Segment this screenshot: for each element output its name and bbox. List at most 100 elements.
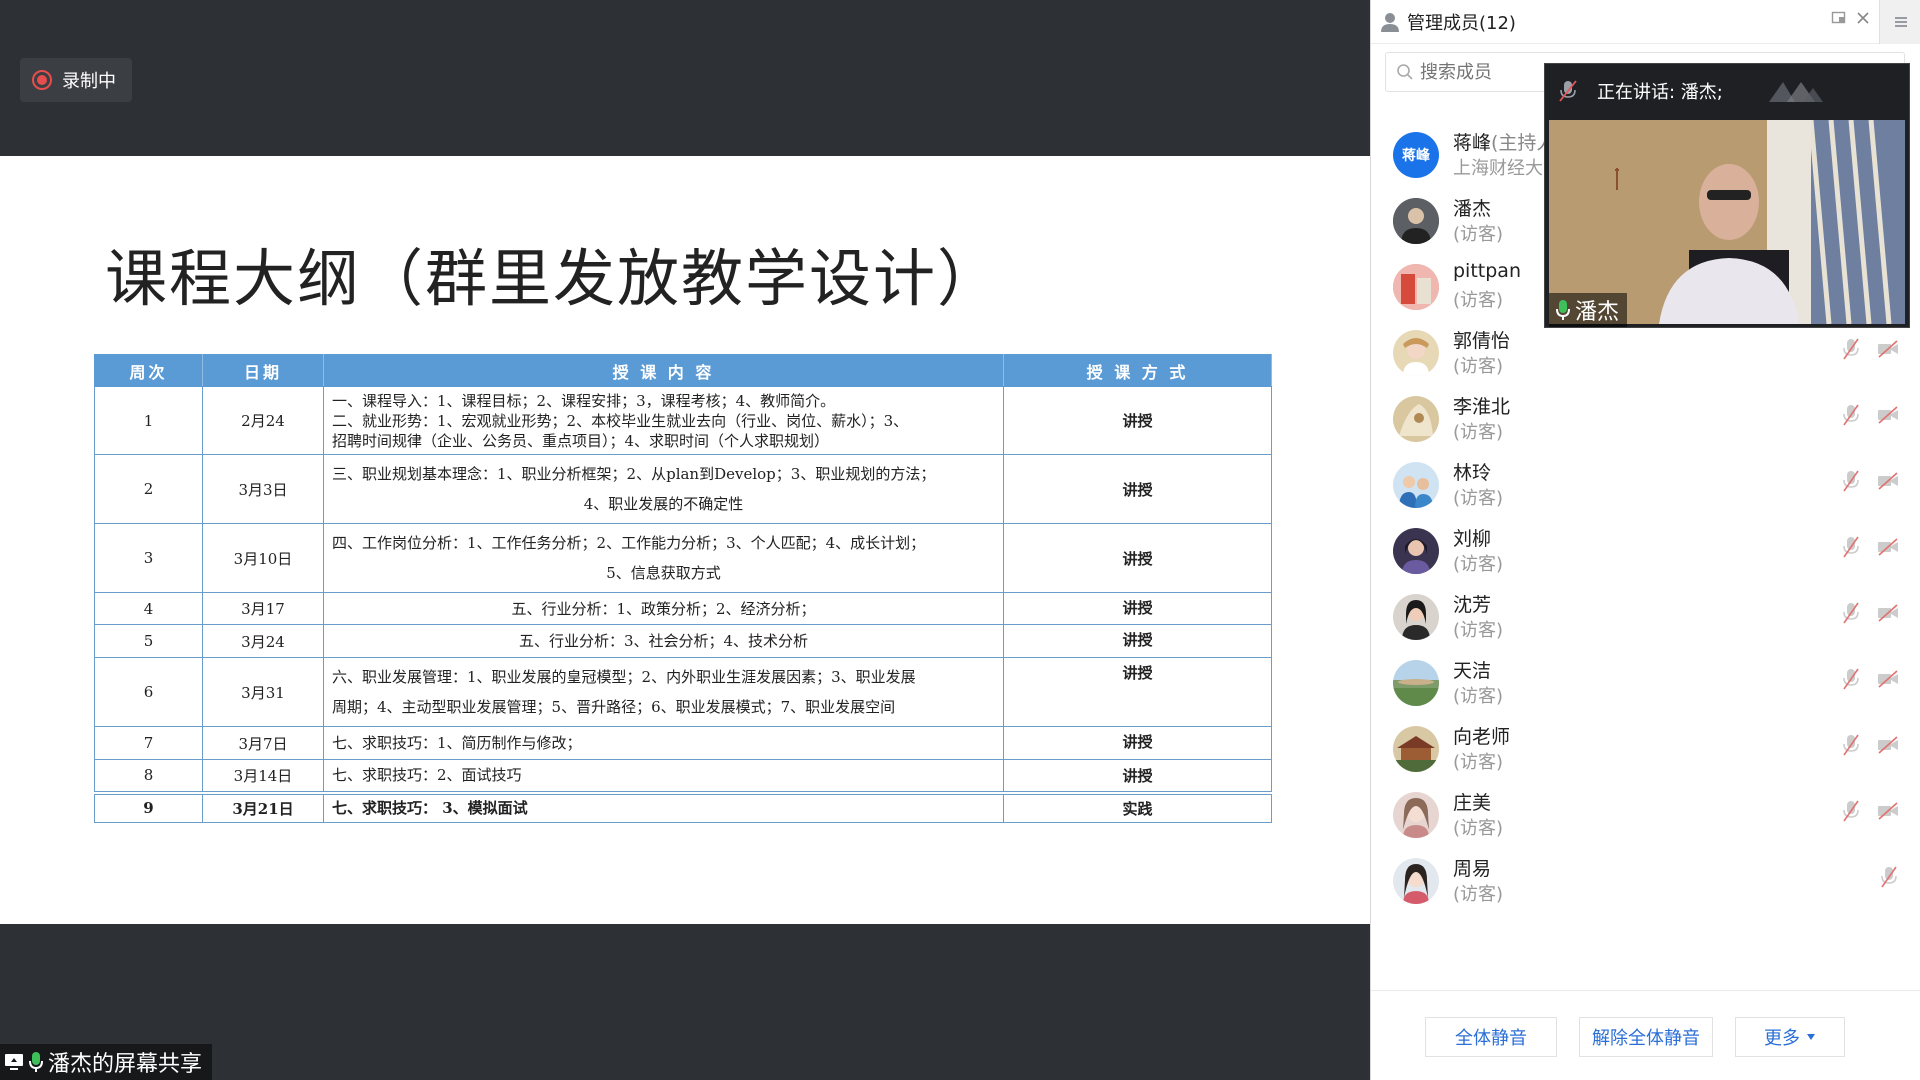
mic-muted-icon[interactable] (1841, 800, 1861, 822)
cell-date: 3月14日 (202, 759, 324, 793)
mic-muted-icon[interactable] (1841, 668, 1861, 690)
cell-method: 讲授 (1003, 624, 1272, 658)
content-line: 四、工作岗位分析：1、工作任务分析；2、工作能力分析；3、个人匹配；4、成长计划… (332, 534, 926, 552)
presentation-slide: 课程大纲（群里发放教学设计） 周次 日期 授 课 内 容 授 课 方 式 1 2… (0, 156, 1370, 924)
cell-method: 讲授 (1003, 523, 1272, 593)
member-role: (访客) (1453, 290, 1504, 311)
cell-method: 讲授 (1003, 454, 1272, 524)
member-role: (访客) (1453, 488, 1504, 509)
avatar (1393, 264, 1439, 310)
cell-date: 3月24 (202, 624, 324, 658)
content-line: 三、职业规划基本理念：1、职业分析框架；2、从plan到Develop；3、职业… (332, 465, 936, 483)
hamburger-icon (1893, 15, 1909, 29)
video-header: 正在讲话: 潘杰; (1545, 64, 1909, 118)
recording-label: 录制中 (62, 71, 116, 92)
member-controls (1841, 404, 1899, 426)
member-controls (1879, 866, 1899, 888)
caret-down-icon (1806, 1033, 1816, 1041)
cell-date: 3月7日 (202, 726, 324, 760)
member-item[interactable]: 周易 (访客) (1371, 852, 1920, 918)
camera-off-icon[interactable] (1877, 668, 1899, 690)
camera-off-icon[interactable] (1877, 602, 1899, 624)
camera-off-icon[interactable] (1877, 800, 1899, 822)
recording-indicator[interactable]: 录制中 (20, 58, 132, 102)
avatar (1393, 528, 1439, 574)
member-item[interactable]: 郭倩怡 (访客) (1371, 324, 1920, 390)
member-name: 向老师 (1453, 726, 1511, 748)
table-row: 9 3月21日 七、求职技巧： 3、模拟面试 实践 (94, 790, 1272, 823)
popout-icon[interactable] (1831, 10, 1847, 26)
video-name-tag: 潘杰 (1549, 293, 1628, 327)
mic-muted-icon[interactable] (1841, 536, 1861, 558)
member-item[interactable]: 庄美 (访客) (1371, 786, 1920, 852)
cell-week: 1 (94, 386, 203, 455)
avatar (1393, 198, 1439, 244)
content-line: 周期；4、主动型职业发展管理；5、晋升路径；6、职业发展模式；7、职业发展空间 (332, 698, 896, 716)
member-name: pittpan (1453, 260, 1521, 282)
member-role: (访客) (1453, 752, 1504, 773)
camera-off-icon[interactable] (1877, 470, 1899, 492)
cell-content: 七、求职技巧：2、面试技巧 (323, 759, 1004, 793)
member-controls (1841, 470, 1899, 492)
cell-date: 2月24 (202, 386, 324, 455)
mute-all-button[interactable]: 全体静音 (1425, 1017, 1557, 1057)
avatar (1393, 792, 1439, 838)
avatar (1393, 726, 1439, 772)
speaker-video-window[interactable]: 正在讲话: 潘杰; 潘杰 (1544, 63, 1910, 328)
unmute-all-button[interactable]: 解除全体静音 (1579, 1017, 1713, 1057)
cell-week: 2 (94, 454, 203, 524)
mic-muted-icon[interactable] (1879, 866, 1899, 888)
mic-muted-icon[interactable] (1841, 470, 1861, 492)
cell-method: 讲授 (1003, 386, 1272, 455)
member-controls (1841, 602, 1899, 624)
member-item[interactable]: 沈芳 (访客) (1371, 588, 1920, 654)
mic-muted-icon[interactable] (1841, 734, 1861, 756)
mic-muted-icon[interactable] (1557, 79, 1579, 103)
table-row: 1 2月24 一、课程导入：1、课程目标；2、课程安排；3，课程考核；4、教师简… (94, 386, 1272, 455)
member-controls (1841, 536, 1899, 558)
member-controls (1841, 734, 1899, 756)
camera-off-icon[interactable] (1877, 734, 1899, 756)
member-item[interactable]: 天洁 (访客) (1371, 654, 1920, 720)
mic-muted-icon[interactable] (1841, 338, 1861, 360)
video-speaker-name: 潘杰 (1575, 300, 1620, 325)
avatar (1393, 858, 1439, 904)
menu-button[interactable] (1879, 0, 1920, 44)
table-row: 7 3月7日 七、求职技巧：1、简历制作与修改； 讲授 (94, 726, 1272, 760)
member-item[interactable]: 刘柳 (访客) (1371, 522, 1920, 588)
member-item[interactable]: 林玲 (访客) (1371, 456, 1920, 522)
more-button[interactable]: 更多 (1735, 1017, 1845, 1057)
microphone-icon (28, 1051, 44, 1073)
camera-off-icon[interactable] (1877, 404, 1899, 426)
panel-header: 管理成员(12) (1371, 0, 1920, 44)
close-icon[interactable] (1855, 10, 1871, 26)
cell-content: 一、课程导入：1、课程目标；2、课程安排；3，课程考核；4、教师简介。 二、就业… (323, 386, 1004, 455)
member-name: 周易 (1453, 858, 1492, 880)
member-name: 李淮北 (1453, 396, 1511, 418)
cell-content: 七、求职技巧： 3、模拟面试 (323, 790, 1004, 823)
member-role: (访客) (1453, 818, 1504, 839)
header-week: 周次 (94, 354, 203, 387)
mic-muted-icon[interactable] (1841, 602, 1861, 624)
cell-week: 9 (94, 790, 203, 823)
cell-date: 3月17 (202, 592, 324, 625)
member-role: (访客) (1453, 686, 1504, 707)
member-role: (访客) (1453, 224, 1504, 245)
member-name: 庄美 (1453, 792, 1492, 814)
member-item[interactable]: 李淮北 (访客) (1371, 390, 1920, 456)
camera-off-icon[interactable] (1877, 338, 1899, 360)
content-line: 招聘时间规律（企业、公务员、重点项目）；4、求职时间（个人求职规划） (332, 431, 830, 450)
header-date: 日期 (202, 354, 324, 387)
cell-content: 七、求职技巧：1、简历制作与修改； (323, 726, 1004, 760)
speaking-indicator: 正在讲话: 潘杰; (1597, 82, 1723, 103)
cell-method: 讲授 (1003, 726, 1272, 760)
member-role: (访客) (1453, 356, 1504, 377)
cell-week: 8 (94, 759, 203, 793)
avatar (1393, 462, 1439, 508)
avatar (1393, 330, 1439, 376)
camera-off-icon[interactable] (1877, 536, 1899, 558)
member-item[interactable]: 向老师 (访客) (1371, 720, 1920, 786)
mic-muted-icon[interactable] (1841, 404, 1861, 426)
member-name: 蒋峰(主持人 (1453, 128, 1555, 155)
cell-date: 3月3日 (202, 454, 324, 524)
